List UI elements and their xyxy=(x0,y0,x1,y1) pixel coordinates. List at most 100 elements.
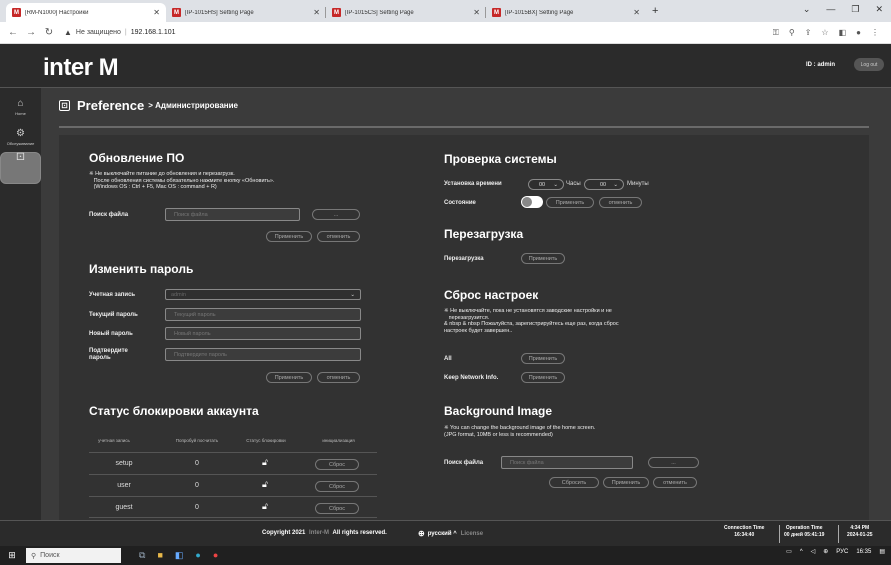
tab-title: [IP-1015HS] Setting Page xyxy=(185,9,254,16)
reboot-apply-button[interactable]: Применить xyxy=(521,253,565,264)
browser-tab[interactable]: M [IP-1015HS] Setting Page ✕ xyxy=(166,3,326,22)
restore-icon[interactable]: ❐ xyxy=(851,4,859,15)
forward-icon[interactable]: → xyxy=(24,27,38,38)
tab-search-icon[interactable]: ⌄ xyxy=(803,4,811,15)
background-reset-button[interactable]: Сбросить xyxy=(549,477,599,488)
close-icon[interactable]: ✕ xyxy=(153,8,160,17)
license-link[interactable]: License xyxy=(461,531,483,537)
store-icon[interactable]: ◧ xyxy=(175,550,184,561)
minimize-icon[interactable]: — xyxy=(826,4,835,15)
hours-unit: Часы xyxy=(566,181,581,187)
sidebar-item-preference[interactable]: ⚀ xyxy=(0,152,41,184)
minutes-value: 00 xyxy=(600,181,607,188)
share-icon[interactable]: ⇪ xyxy=(805,28,812,38)
browser-tab[interactable]: M [IP-1015BX] Setting Page ✕ xyxy=(486,3,646,22)
close-icon[interactable]: ✕ xyxy=(473,8,480,17)
sidebar-item-maintenance[interactable]: ⚙ Обслуживание xyxy=(0,122,41,152)
folder-icon[interactable]: ■ xyxy=(157,550,162,561)
close-icon[interactable]: ✕ xyxy=(633,8,640,17)
windows-start-icon[interactable]: ⊞ xyxy=(0,550,24,561)
confirm-password-field[interactable]: Подтвердите пароль xyxy=(165,348,361,361)
update-file-input[interactable]: Поиск файла xyxy=(165,208,300,221)
background-apply-button[interactable]: Применить xyxy=(603,477,649,488)
language-selector[interactable]: ⊕ русский ^ License xyxy=(418,529,483,538)
system-tray: ▭ ^ ◁ ⊕ РУС 16:35 ▤ xyxy=(786,548,885,556)
edge-icon[interactable]: ● xyxy=(195,550,200,561)
browser-tab-strip: M [RM-N1000] Настройки ✕ M [IP-1015HS] S… xyxy=(0,0,891,22)
reboot-label: Перезагрузка xyxy=(444,256,484,262)
connection-time-value: 16:34:40 xyxy=(734,532,755,538)
update-browse-button[interactable]: ... xyxy=(312,209,360,220)
logout-button[interactable]: Log out xyxy=(854,58,884,71)
current-datetime: 4:34 PM 2024-01-25 xyxy=(847,525,873,539)
app-header: inter M ID : admin Log out xyxy=(0,44,891,88)
time-setting-label: Установка времени xyxy=(444,181,502,187)
back-icon[interactable]: ← xyxy=(6,27,20,38)
browser-tab[interactable]: M [RM-N1000] Настройки ✕ xyxy=(6,3,166,22)
security-label: Не защищено xyxy=(75,29,121,36)
url-field[interactable]: ▲ Не защищено | 192.168.1.101 xyxy=(64,28,773,37)
menu-icon[interactable]: ⋮ xyxy=(871,28,879,38)
new-tab-icon[interactable]: + xyxy=(652,5,658,17)
unlock-icon: 🔓︎ xyxy=(262,479,268,489)
state-toggle[interactable] xyxy=(521,196,543,208)
hours-select[interactable]: 00 ⌄ xyxy=(528,179,564,190)
page-title-text: Preference xyxy=(77,98,145,113)
column-header: Статус блокировки xyxy=(246,438,286,443)
account-select[interactable]: admin ⌄ xyxy=(165,289,361,300)
window-controls: ⌄ — ❐ ✕ xyxy=(803,4,883,15)
zoom-icon[interactable]: ⚲ xyxy=(789,28,795,38)
table-cell-count: 0 xyxy=(195,482,199,489)
taskbar-search[interactable]: ⚲ Поиск xyxy=(26,548,121,563)
update-cancel-button[interactable]: отменить xyxy=(317,231,360,242)
operation-time: Operation Time 00 дней 05:41:19 xyxy=(784,525,824,539)
syscheck-apply-button[interactable]: Применить xyxy=(546,197,594,208)
keep-network-apply-button[interactable]: Применить xyxy=(521,372,565,383)
network-icon[interactable]: ⊕ xyxy=(823,548,828,555)
key-icon[interactable]: ⚿ xyxy=(773,28,779,38)
reset-all-apply-button[interactable]: Применить xyxy=(521,353,565,364)
reset-button[interactable]: Сброс xyxy=(315,503,359,514)
display-icon[interactable]: ▭ xyxy=(786,548,792,555)
close-icon[interactable]: ✕ xyxy=(313,8,320,17)
chrome-icon[interactable]: ● xyxy=(213,550,218,561)
reset-button[interactable]: Сброс xyxy=(315,481,359,492)
reload-icon[interactable]: ↻ xyxy=(42,27,56,38)
syscheck-cancel-button[interactable]: отменить xyxy=(599,197,642,208)
sidebar-item-label: Home xyxy=(15,110,26,116)
notification-icon[interactable]: ▤ xyxy=(879,548,885,555)
intercom-favicon-icon: M xyxy=(172,8,181,17)
password-apply-button[interactable]: Применить xyxy=(266,372,312,383)
new-password-label: Новый пароль xyxy=(89,331,133,337)
current-password-field[interactable]: Текущий пароль xyxy=(165,308,361,321)
star-icon[interactable]: ☆ xyxy=(821,28,828,38)
volume-icon[interactable]: ◁ xyxy=(811,548,816,555)
sidebar-item-home[interactable]: ⌂ Home xyxy=(0,92,41,122)
chevron-up-icon[interactable]: ^ xyxy=(800,549,803,555)
column-header: Попробуй посчитать xyxy=(175,438,219,443)
reset-button[interactable]: Сброс xyxy=(315,459,359,470)
divider xyxy=(89,452,377,453)
sidepanel-icon[interactable]: ◧ xyxy=(839,28,847,38)
profile-icon[interactable]: ● xyxy=(856,28,861,38)
task-view-icon[interactable]: ⧉ xyxy=(139,550,145,561)
taskbar-clock[interactable]: 16:35 xyxy=(856,549,871,555)
password-cancel-button[interactable]: отменить xyxy=(317,372,360,383)
unlock-icon: 🔓︎ xyxy=(262,457,268,467)
minutes-select[interactable]: 00 ⌄ xyxy=(584,179,624,190)
background-cancel-button[interactable]: отменить xyxy=(653,477,697,488)
update-apply-button[interactable]: Применить xyxy=(266,231,312,242)
reset-title: Сброс настроек xyxy=(444,288,539,302)
language-indicator[interactable]: РУС xyxy=(836,549,848,555)
new-password-field[interactable]: Новый пароль xyxy=(165,327,361,340)
close-window-icon[interactable]: ✕ xyxy=(875,4,883,15)
copyright: Copyright 2021 Inter-M All rights reserv… xyxy=(262,530,387,536)
copyright-text: Copyright 2021 xyxy=(262,530,306,536)
divider xyxy=(89,517,377,518)
confirm-password-label: Подтвердите пароль xyxy=(89,348,128,361)
current-password-label: Текущий пароль xyxy=(89,312,138,318)
update-file-label: Поиск файла xyxy=(89,212,129,218)
background-browse-button[interactable]: ... xyxy=(648,457,699,468)
browser-tab[interactable]: M [IP-1015CS] Setting Page ✕ xyxy=(326,3,486,22)
background-file-input[interactable]: Поиск файла xyxy=(501,456,633,469)
